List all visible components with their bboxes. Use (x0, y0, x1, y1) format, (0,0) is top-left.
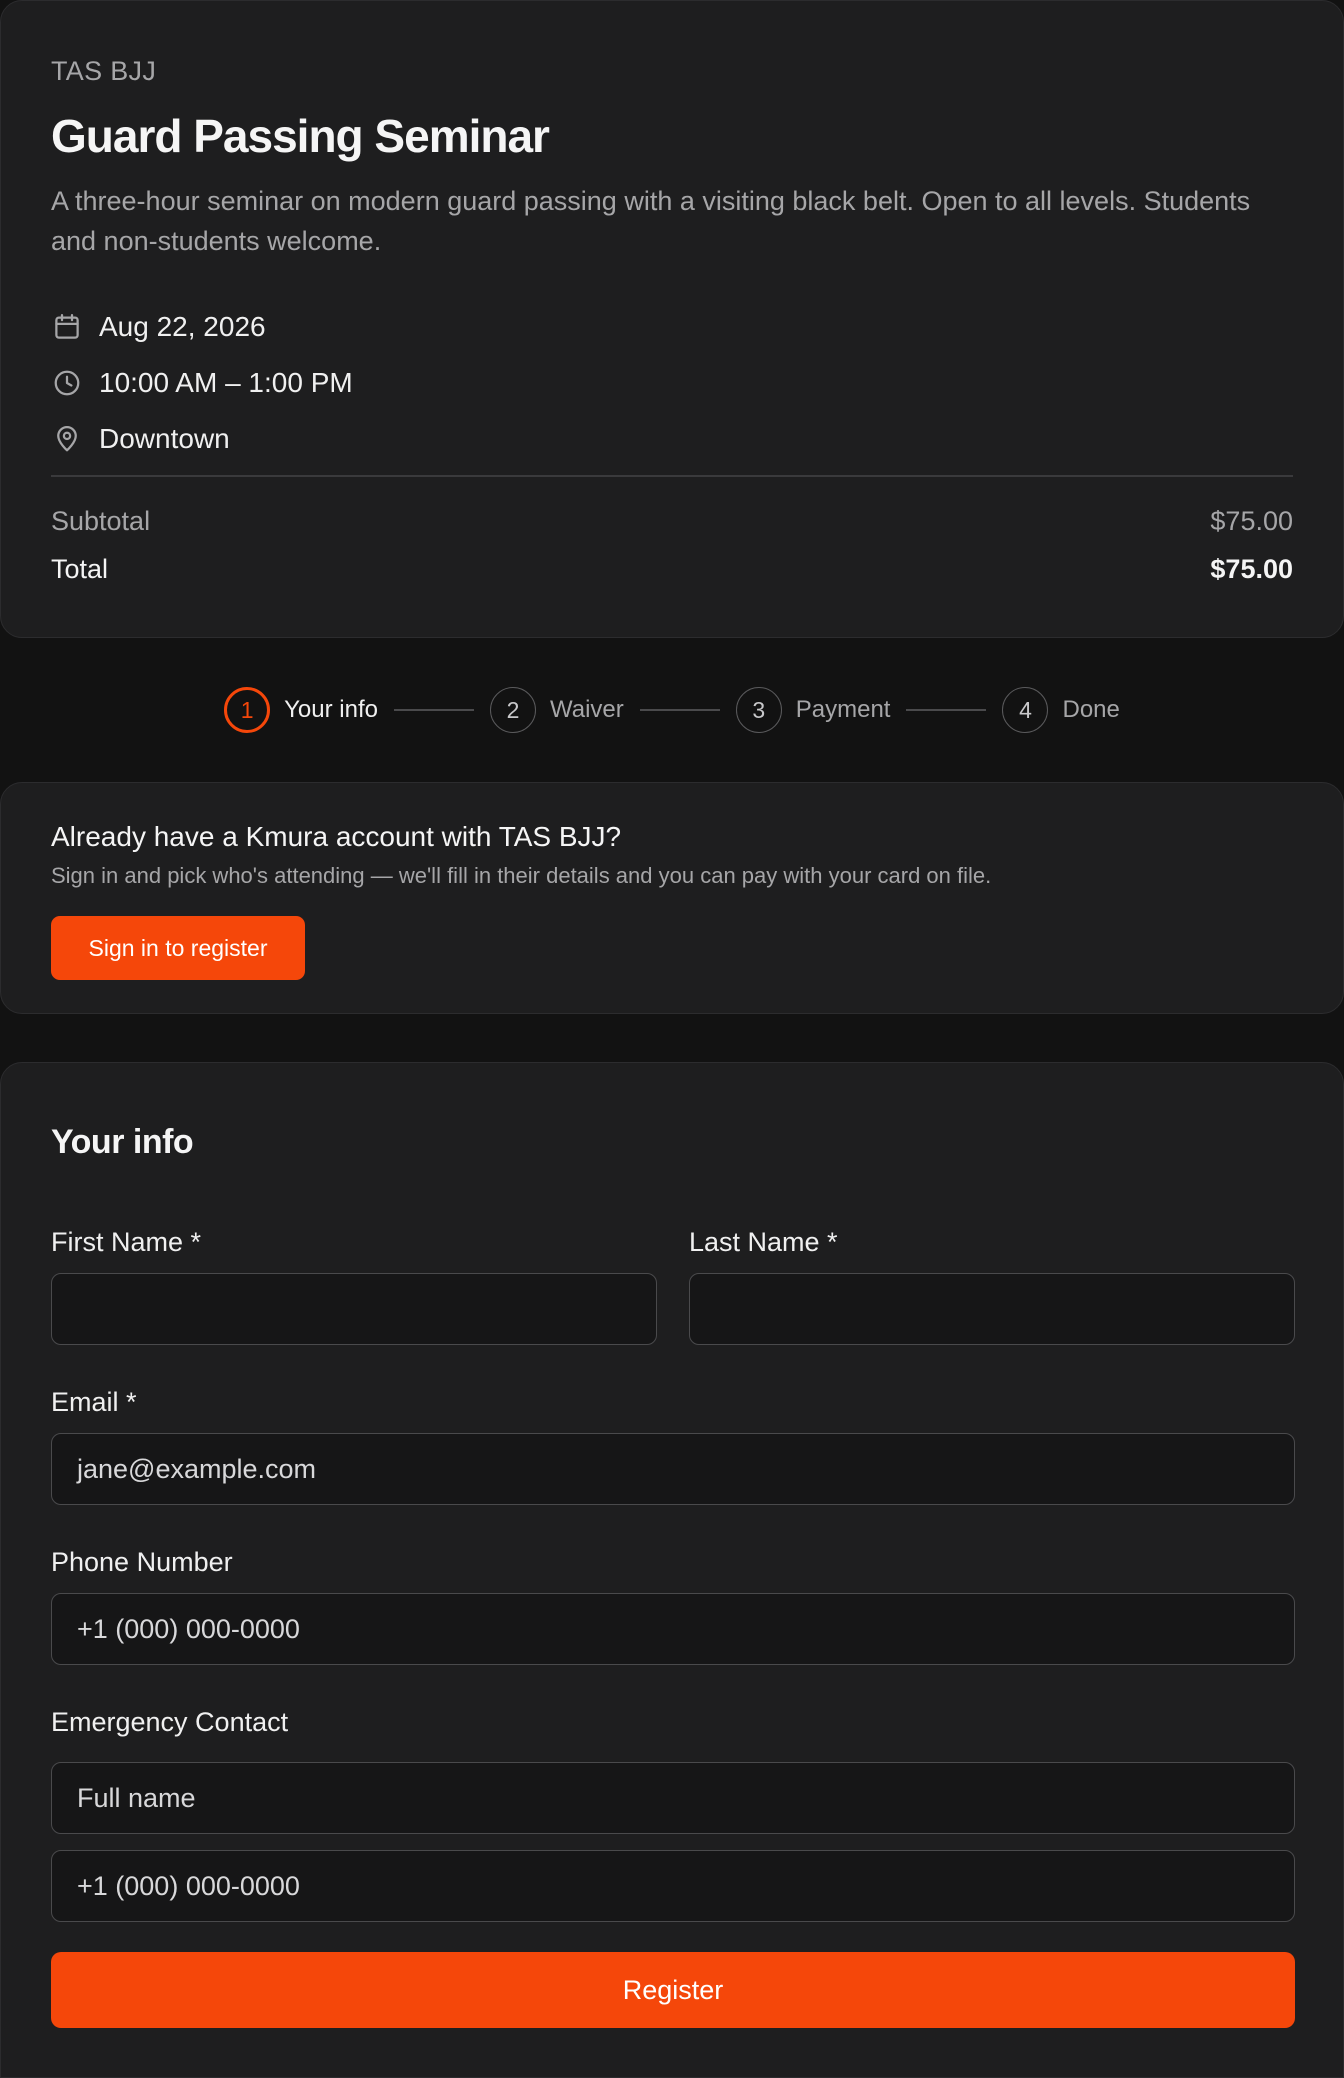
step-label: Your info (284, 696, 378, 723)
sign-in-button[interactable]: Sign in to register (51, 916, 305, 980)
signin-prompt-card: Already have a Kmura account with TAS BJ… (0, 782, 1344, 1014)
event-description: A three-hour seminar on modern guard pas… (51, 186, 1251, 256)
event-date-row: Aug 22, 2026 (51, 310, 266, 344)
total-value: $75.00 (1210, 554, 1293, 584)
email-label: Email * (51, 1387, 137, 1417)
event-summary-card: TAS BJJ Guard Passing Seminar A three-ho… (0, 0, 1344, 638)
step-label: Payment (795, 696, 891, 723)
emergency-contact-label: Emergency Contact (51, 1707, 289, 1737)
step-number: 4 (1002, 687, 1049, 733)
subtotal-label: Subtotal (51, 506, 151, 536)
phone-label: Phone Number (51, 1547, 233, 1577)
subtotal-value: $75.00 (1210, 506, 1293, 536)
map-pin-icon (51, 423, 83, 455)
email-field[interactable]: jane@example.com (51, 1433, 1295, 1505)
event-location-row: Downtown (51, 422, 230, 456)
step-label: Done (1062, 696, 1120, 723)
last-name-label: Last Name * (689, 1227, 838, 1257)
step-number: 1 (224, 687, 271, 733)
step-waiver: 2 Waiver (489, 687, 624, 733)
event-time: 10:00 AM – 1:00 PM (99, 367, 353, 398)
event-time-row: 10:00 AM – 1:00 PM (51, 366, 353, 400)
step-connector (639, 709, 720, 711)
step-label: Waiver (549, 696, 624, 723)
form-title: Your info (51, 1123, 194, 1161)
registration-form-card: Your info First Name * Last Name * Email… (0, 1062, 1344, 2078)
total-label: Total (51, 554, 109, 584)
event-location: Downtown (99, 423, 230, 454)
organization-name: TAS BJJ (51, 56, 157, 86)
emergency-name-field[interactable]: Full name (51, 1762, 1295, 1834)
signin-subtitle: Sign in and pick who's attending — we'll… (51, 863, 992, 888)
first-name-label: First Name * (51, 1227, 202, 1257)
registration-stepper: 1 Your info 2 Waiver 3 Payment 4 Done (0, 686, 1344, 734)
step-number: 3 (735, 687, 782, 733)
phone-field[interactable]: +1 (000) 000-0000 (51, 1593, 1295, 1665)
subtotal-row: Subtotal $75.00 (51, 506, 1293, 537)
last-name-field[interactable] (689, 1273, 1295, 1345)
clock-icon (51, 367, 83, 399)
event-title: Guard Passing Seminar (51, 110, 550, 162)
step-payment: 3 Payment (735, 687, 891, 733)
summary-divider (51, 475, 1293, 477)
step-connector (906, 709, 987, 711)
total-row: Total $75.00 (51, 554, 1293, 585)
event-date: Aug 22, 2026 (99, 311, 266, 342)
register-button[interactable]: Register (51, 1952, 1295, 2028)
first-name-field[interactable] (51, 1273, 657, 1345)
step-number: 2 (489, 687, 536, 733)
calendar-icon (51, 311, 83, 343)
step-connector (393, 709, 474, 711)
emergency-phone-field[interactable]: +1 (000) 000-0000 (51, 1850, 1295, 1922)
step-done: 4 Done (1002, 687, 1120, 733)
step-your-info: 1 Your info (224, 687, 378, 733)
signin-title: Already have a Kmura account with TAS BJ… (51, 821, 622, 852)
